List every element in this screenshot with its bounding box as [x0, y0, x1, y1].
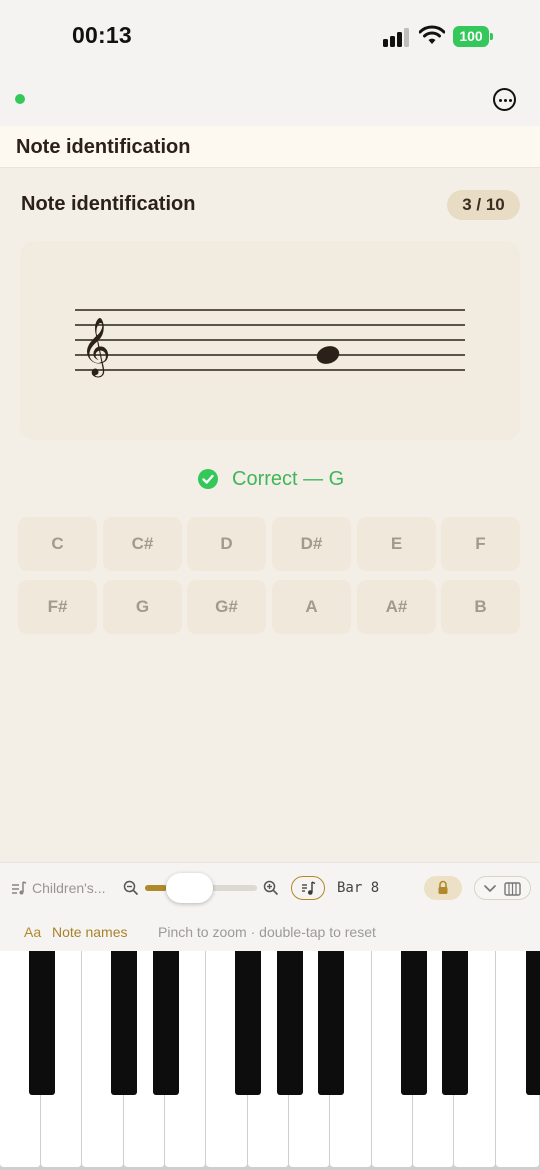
song-name[interactable]: Children's... [32, 880, 105, 896]
treble-clef-icon: 𝄞 [81, 317, 111, 378]
nav-bar [0, 72, 540, 126]
zoom-slider-thumb[interactable] [166, 873, 213, 903]
note-button-c-sharp[interactable]: C# [103, 517, 182, 571]
zoom-slider-fill [145, 885, 168, 891]
note-button-c[interactable]: C [18, 517, 97, 571]
note-button-d-sharp[interactable]: D# [272, 517, 351, 571]
zoom-hint: Pinch to zoom · double-tap to reset [158, 924, 376, 940]
display-options-row: Aa Note names Pinch to zoom · double-tap… [0, 912, 540, 951]
note-button-b[interactable]: B [441, 580, 520, 634]
piano-keys-icon [504, 882, 521, 896]
wifi-icon [419, 25, 445, 44]
note-button-e[interactable]: E [357, 517, 436, 571]
note-button-a[interactable]: A [272, 580, 351, 634]
status-bar: 00:13 100 [0, 0, 540, 72]
progress-badge: 3 / 10 [447, 190, 520, 220]
connection-status-dot [15, 94, 25, 104]
piano-black-key[interactable] [153, 951, 179, 1095]
note-head [316, 346, 340, 364]
status-time: 00:13 [72, 22, 132, 48]
answer-feedback: Correct — G [198, 467, 344, 491]
more-options-button[interactable] [493, 88, 516, 111]
exercise-title: Note identification [21, 193, 196, 215]
piano-black-key[interactable] [29, 951, 55, 1095]
battery-icon: 100 [453, 26, 493, 47]
lock-button[interactable] [424, 876, 462, 900]
cellular-signal-icon [383, 27, 411, 47]
bar-indicator: Bar 8 [337, 880, 380, 896]
score-view-toggle[interactable] [291, 876, 325, 900]
music-staff: 𝄞 [75, 309, 465, 378]
feedback-text: Correct — G [232, 467, 345, 490]
page-header: Note identification [0, 126, 540, 168]
page-title: Note identification [16, 136, 191, 158]
piano-black-key[interactable] [401, 951, 427, 1095]
piano-black-key[interactable] [111, 951, 137, 1095]
battery-level: 100 [453, 26, 489, 47]
music-note-icon [302, 881, 316, 895]
piano-black-key[interactable] [442, 951, 468, 1095]
note-button-a-sharp[interactable]: A# [357, 580, 436, 634]
piano-keyboard[interactable] [0, 951, 540, 1170]
piano-black-key[interactable] [277, 951, 303, 1095]
note-button-f-sharp[interactable]: F# [18, 580, 97, 634]
checkmark-circle-icon [198, 469, 218, 489]
font-size-button[interactable]: Aa [24, 924, 41, 940]
note-names-toggle[interactable]: Note names [52, 924, 127, 940]
lock-icon [438, 880, 448, 894]
staff-card: 𝄞 [20, 241, 520, 440]
note-button-g[interactable]: G [103, 580, 182, 634]
chevron-down-icon [484, 885, 496, 892]
note-button-d[interactable]: D [187, 517, 266, 571]
piano-black-key[interactable] [318, 951, 344, 1095]
piano-black-key[interactable] [526, 951, 540, 1095]
note-button-g-sharp[interactable]: G# [187, 580, 266, 634]
keyboard-toggle-button[interactable] [474, 876, 531, 900]
zoom-in-icon[interactable] [263, 880, 279, 896]
note-button-f[interactable]: F [441, 517, 520, 571]
bottom-toolbar: Children's... Bar 8 [0, 862, 540, 912]
zoom-out-icon[interactable] [123, 880, 139, 896]
song-list-icon[interactable] [11, 880, 27, 896]
piano-black-key[interactable] [235, 951, 261, 1095]
